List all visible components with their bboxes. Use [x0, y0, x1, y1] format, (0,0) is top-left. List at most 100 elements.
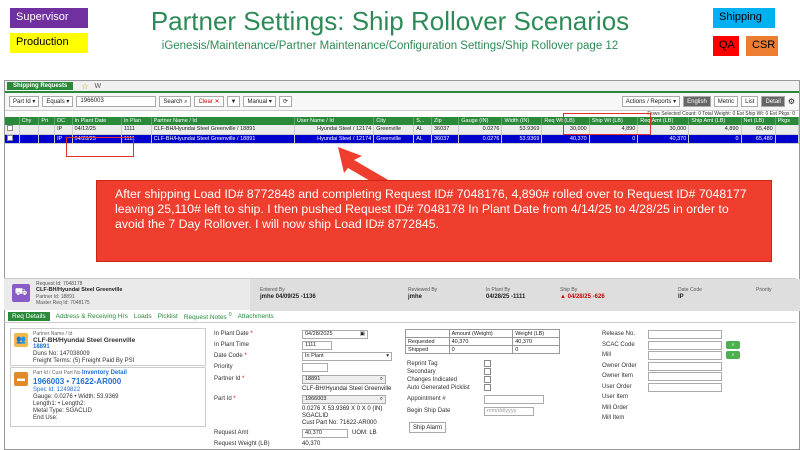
in-plant-time-label: In Plant Time	[214, 342, 250, 348]
people-icon: 👥	[14, 333, 28, 347]
part-card-part[interactable]: 1966003 • 71622-AR000	[33, 377, 121, 386]
partner-card-terms: Freight Terms: (5) Freight Paid By PSI	[33, 358, 135, 364]
requested-row: Requested 40,370 40,370	[405, 337, 560, 346]
part-card-header: Part Id / Cust Part No Inventory Detail	[33, 370, 127, 376]
request-weight-label: Request Weight (LB)	[214, 441, 270, 447]
request-amt-input[interactable]: 40,370	[302, 429, 348, 438]
warning-icon: ▲	[560, 294, 566, 300]
partner-name-text: CLF-BH/Hyundai Steel Greenville	[302, 386, 392, 392]
part-desc-text: 0.0276 X 53.9369 X 0 X 0 (IN)	[302, 406, 383, 412]
notes-count-badge: 0	[228, 311, 232, 318]
shipped-row: Shipped 0 0	[405, 345, 560, 354]
changes-indicated-label: Changes Indicated	[407, 377, 458, 383]
tab-attachments[interactable]: Attachments	[238, 313, 274, 320]
right-field-input[interactable]	[648, 340, 722, 350]
right-field-label: Owner Item	[602, 373, 634, 379]
uom-text: UOM: LB	[352, 430, 377, 436]
entered-by-label: Entered By	[260, 287, 285, 293]
date-code-value: IP	[678, 294, 684, 300]
reprint-tag-label: Reprint Tag	[407, 361, 438, 367]
detail-subtabs: Req Details Address & Receiving Hrs Load…	[4, 311, 796, 323]
callout-box: After shipping Load ID# 8772848 and comp…	[96, 180, 772, 262]
ship-by-value: ▲ 04/28/25 -626	[560, 294, 605, 300]
shipped-weight: 0	[512, 345, 560, 354]
right-field-label: SCAC Code	[602, 341, 635, 348]
date-code-label: Date Code *	[214, 353, 247, 359]
search-icon: ⌕	[379, 376, 383, 382]
right-field-input[interactable]	[648, 361, 722, 371]
part-id-input[interactable]: 1966003 ⌕	[302, 395, 386, 404]
in-plant-date-input[interactable]: 04/28/2025 ▣	[302, 330, 368, 339]
part-card-length: Length1: • Length2:	[33, 401, 86, 407]
part-card-end-use: End Use:	[33, 415, 58, 421]
secondary-checkbox[interactable]	[484, 368, 491, 375]
ship-alarm-button[interactable]: Ship Alarm	[409, 422, 447, 433]
priority-label: Priority	[756, 287, 772, 293]
partner-card-id[interactable]: 18891	[33, 344, 50, 350]
tab-loads[interactable]: Loads	[134, 313, 152, 320]
appointment-input[interactable]	[484, 395, 544, 404]
cust-part-text: Cust Part No: 71622-AR000	[302, 420, 377, 426]
right-field-label: Release No.	[602, 331, 636, 337]
partner-id-label: Partner Id *	[214, 376, 245, 382]
requested-label: Requested	[405, 337, 450, 346]
part-card-gauge: Gauge: 0.0276 • Width: 53.9369	[33, 394, 119, 400]
in-plant-by-value: 04/28/25 -1111	[486, 294, 526, 300]
part-card-spec[interactable]: Spec Id: 1249822	[33, 387, 80, 393]
right-field-input[interactable]	[648, 382, 722, 392]
changes-indicated-checkbox[interactable]	[484, 376, 491, 383]
part-card-metal: Metal Type: SGACLID	[33, 408, 92, 414]
request-amt-label: Request Amt	[214, 430, 249, 436]
master-req-id: Master Req Id: 7048175	[36, 300, 90, 306]
inventory-detail-link[interactable]: Inventory Detail	[82, 370, 127, 376]
right-field-label: User Order	[602, 383, 632, 390]
lookup-icon[interactable]: ⌕	[726, 340, 740, 349]
partner-id-input[interactable]: 18891 ⌕	[302, 375, 386, 384]
reviewed-by-label: Reviewed By	[408, 287, 438, 293]
partner-card: 👥 Partner Name / Id CLF-BH/Hyundai Steel…	[10, 328, 206, 366]
right-field-label: Mill Order	[602, 404, 629, 411]
right-field-input[interactable]	[648, 372, 722, 381]
right-field-label: User Item	[602, 394, 629, 400]
right-field-input[interactable]	[648, 351, 722, 360]
auto-picklist-label: Auto Generated Picklist	[407, 385, 470, 391]
amounts-table: Amount (Weight) Weight (LB) Requested 40,3…	[405, 329, 560, 354]
date-code-label: Date Code	[678, 287, 702, 293]
tab-req-details[interactable]: Req Details	[8, 312, 50, 321]
part-id-label: Part Id *	[214, 396, 236, 402]
tab-picklist[interactable]: Picklist	[158, 313, 178, 320]
lookup-icon[interactable]: ⌕	[726, 351, 740, 359]
requested-weight: 40,370	[512, 337, 560, 346]
amount-weight-header: Amount (Weight)	[448, 329, 514, 338]
tab-request-notes[interactable]: Request Notes 0	[184, 312, 232, 321]
shipped-amount: 0	[448, 345, 514, 354]
in-plant-date-label: In Plant Date *	[214, 331, 253, 337]
right-field-label: Mill	[602, 352, 611, 358]
priority-input[interactable]	[302, 363, 328, 372]
right-field-label: Mill Item	[602, 415, 625, 421]
auto-picklist-checkbox[interactable]	[484, 384, 491, 391]
begin-ship-date-input[interactable]: mm/dd/yyyy	[484, 407, 534, 416]
in-plant-time-input[interactable]: 1111	[302, 341, 332, 350]
part-card: ▬ Part Id / Cust Part No Inventory Detai…	[10, 367, 206, 427]
reprint-tag-checkbox[interactable]	[484, 360, 491, 367]
weight-lb-header: Weight (LB)	[512, 329, 560, 338]
amounts-header-row: Amount (Weight) Weight (LB)	[405, 329, 560, 338]
tab-address-receiving[interactable]: Address & Receiving Hrs	[56, 313, 128, 320]
in-plant-by-label: In Plant By	[486, 287, 511, 293]
right-field-input[interactable]	[648, 330, 722, 339]
appointment-label: Appointment #	[407, 396, 446, 402]
part-metal-text: SGACLID	[302, 413, 329, 419]
partner-card-duns: Duns No: 147038009	[33, 351, 90, 357]
shipped-label: Shipped	[405, 345, 450, 354]
request-weight-value: 40,370	[302, 441, 321, 447]
truck-icon: ⛟	[12, 284, 30, 302]
partner-card-name: CLF-BH/Hyundai Steel Greenville	[33, 337, 136, 344]
begin-ship-date-label: Begin Ship Date	[407, 408, 451, 414]
requested-amount: 40,370	[448, 337, 514, 346]
detail-header: ⛟ Request Id: 7048178 CLF-BH/Hyundai Ste…	[4, 278, 800, 311]
search-icon: ⌕	[379, 396, 383, 402]
calendar-icon: ▣	[359, 331, 365, 337]
priority-label: Priority	[214, 364, 233, 370]
date-code-select[interactable]: In Plant ▾	[302, 352, 392, 361]
